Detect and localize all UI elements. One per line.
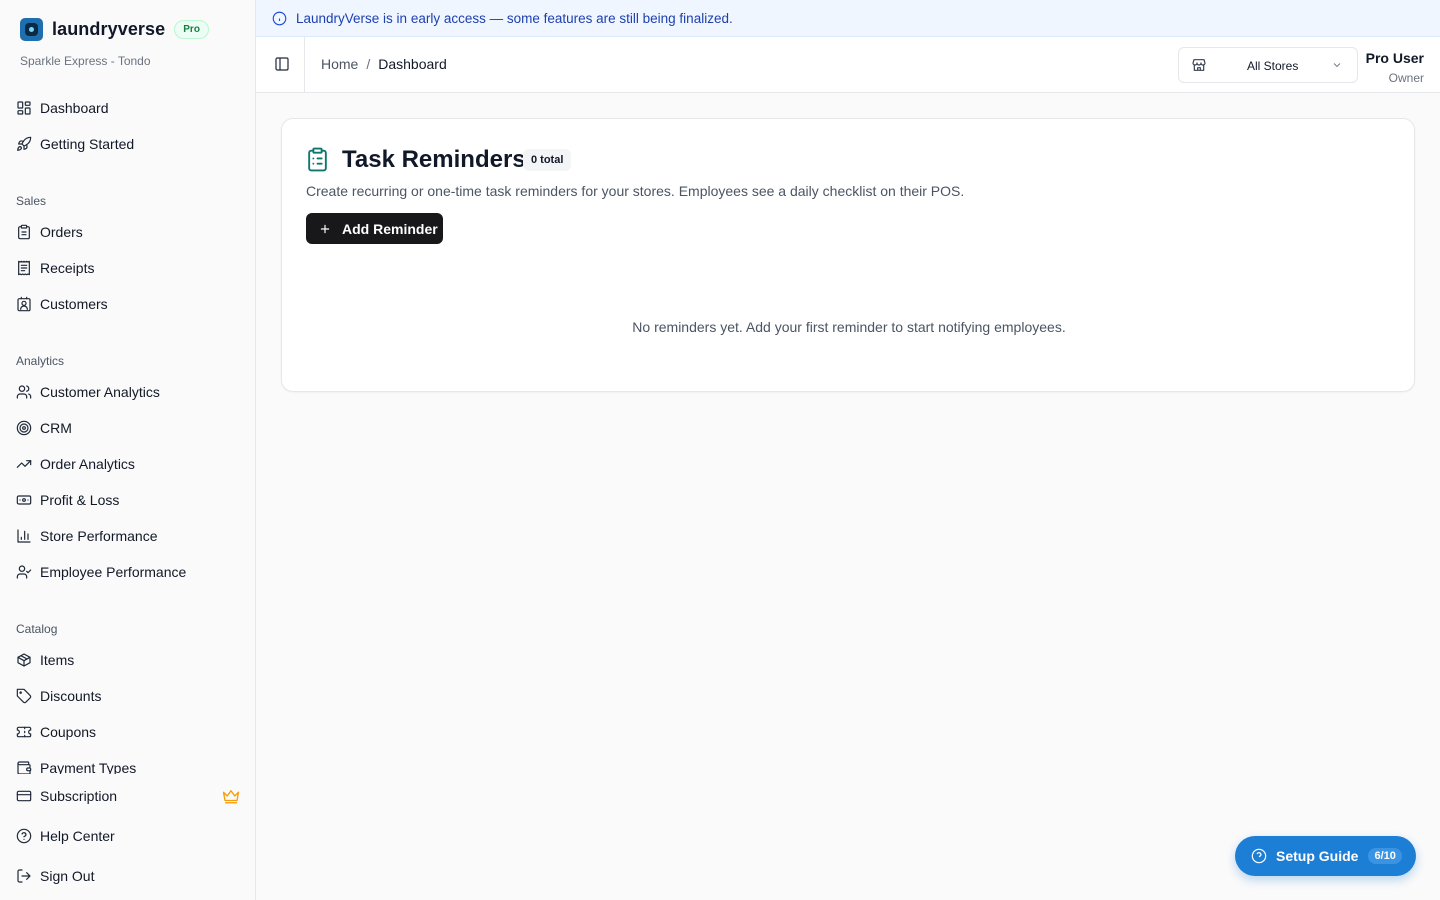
tag-icon	[16, 688, 32, 704]
breadcrumb-current: Dashboard	[378, 56, 447, 72]
sidebar-item-label: Receipts	[40, 260, 95, 276]
sidebar-item-payment-types[interactable]: Payment Types	[16, 756, 246, 774]
sidebar-item-label: Order Analytics	[40, 456, 135, 472]
breadcrumb: Home / Dashboard	[321, 56, 447, 72]
store-select-dropdown[interactable]: All Stores	[1178, 47, 1358, 83]
user-role: Owner	[1388, 71, 1424, 85]
sidebar-item-order-analytics[interactable]: Order Analytics	[16, 452, 246, 476]
sidebar: laundryverse Pro Sparkle Express - Tondo…	[0, 0, 256, 900]
credit-card-icon	[16, 790, 32, 802]
header-divider	[304, 37, 305, 93]
sidebar-item-subscription[interactable]: Subscription	[16, 784, 246, 808]
sidebar-item-label: Sign Out	[40, 868, 95, 884]
setup-guide-label: Setup Guide	[1276, 848, 1359, 864]
sidebar-item-label: Payment Types	[40, 760, 137, 774]
sidebar-section-catalog: Catalog	[16, 622, 58, 636]
sidebar-section-analytics: Analytics	[16, 354, 65, 368]
empty-state-message: No reminders yet. Add your first reminde…	[632, 319, 1066, 335]
sidebar-item-label: Items	[40, 652, 75, 668]
sidebar-item-profit-loss[interactable]: Profit & Loss	[16, 488, 246, 512]
sidebar-item-label: Discounts	[40, 688, 102, 704]
sidebar-section-sales: Sales	[16, 194, 47, 208]
help-circle-icon	[1251, 848, 1267, 864]
chevron-down-icon	[1331, 59, 1343, 74]
users-icon	[16, 385, 32, 399]
store-icon	[1191, 57, 1207, 76]
sidebar-item-label: Store Performance	[40, 528, 158, 544]
task-reminders-card: Task Reminders 0 total Create recurring …	[281, 118, 1415, 392]
sidebar-item-label: Customer Analytics	[40, 384, 160, 400]
clipboard-icon	[18, 224, 30, 240]
sidebar-item-label: CRM	[40, 420, 72, 436]
add-reminder-label: Add Reminder	[342, 220, 438, 237]
store-select-value: All Stores	[1247, 59, 1299, 73]
sidebar-item-customers[interactable]: Customers	[16, 292, 246, 316]
sidebar-item-label: Dashboard	[40, 100, 109, 116]
rocket-icon	[17, 136, 32, 151]
brand[interactable]: laundryverse Pro	[20, 18, 209, 41]
bar-chart-icon	[17, 529, 31, 543]
sidebar-item-customer-analytics[interactable]: Customer Analytics	[16, 380, 246, 404]
sidebar-item-getting-started[interactable]: Getting Started	[16, 132, 246, 156]
page-title: Task Reminders	[342, 146, 526, 173]
sidebar-item-label: Employee Performance	[40, 564, 187, 580]
log-out-icon	[17, 869, 31, 883]
sidebar-item-sign-out[interactable]: Sign Out	[16, 864, 246, 888]
package-icon	[17, 653, 31, 667]
top-header: Home / Dashboard All Stores Pro User Own…	[256, 37, 1440, 93]
clipboard-list-icon	[306, 147, 329, 177]
banknote-icon	[16, 495, 32, 505]
banner-text: LaundryVerse is in early access — some f…	[296, 10, 733, 26]
page-description: Create recurring or one-time task remind…	[306, 183, 965, 199]
sidebar-item-store-performance[interactable]: Store Performance	[16, 524, 246, 548]
sidebar-item-discounts[interactable]: Discounts	[16, 684, 246, 708]
sidebar-item-label: Profit & Loss	[40, 492, 120, 508]
add-reminder-button[interactable]: Add Reminder	[306, 213, 443, 244]
target-icon	[16, 420, 32, 436]
sidebar-item-label: Subscription	[40, 788, 118, 804]
sidebar-item-dashboard[interactable]: Dashboard	[16, 96, 246, 120]
plan-badge: Pro	[174, 20, 209, 39]
layout-dashboard-icon	[17, 101, 31, 115]
sidebar-toggle-button[interactable]	[274, 56, 290, 77]
sidebar-item-help-center[interactable]: Help Center	[16, 824, 246, 848]
contact-icon	[17, 296, 31, 312]
sidebar-item-label: Help Center	[40, 828, 115, 844]
help-circle-icon	[16, 828, 32, 844]
panel-left-icon	[275, 57, 289, 71]
setup-guide-button[interactable]: Setup Guide 6/10	[1235, 836, 1416, 876]
brand-name: laundryverse	[52, 19, 166, 39]
reminder-count-badge: 0 total	[523, 149, 572, 171]
sidebar-item-receipts[interactable]: Receipts	[16, 256, 246, 280]
receipt-icon	[18, 260, 30, 276]
breadcrumb-separator: /	[366, 56, 371, 72]
sidebar-item-orders[interactable]: Orders	[16, 220, 246, 244]
sidebar-item-label: Orders	[40, 224, 83, 240]
crown-icon	[222, 788, 240, 809]
current-store-name: Sparkle Express - Tondo	[20, 54, 151, 68]
early-access-banner: LaundryVerse is in early access — some f…	[256, 0, 1440, 37]
laundryverse-logo-icon	[20, 18, 43, 41]
plus-icon	[320, 224, 330, 233]
breadcrumb-home-link[interactable]: Home	[321, 56, 358, 72]
sidebar-item-employee-performance[interactable]: Employee Performance	[16, 560, 246, 584]
trending-up-icon	[16, 460, 32, 468]
wallet-icon	[17, 761, 32, 774]
sidebar-item-items[interactable]: Items	[16, 648, 246, 672]
ticket-icon	[16, 726, 32, 738]
sidebar-item-label: Coupons	[40, 724, 97, 740]
sidebar-item-label: Customers	[40, 296, 108, 312]
sidebar-item-crm[interactable]: CRM	[16, 416, 246, 440]
user-name[interactable]: Pro User	[1366, 50, 1424, 66]
sidebar-item-label: Getting Started	[40, 136, 135, 152]
sidebar-item-coupons[interactable]: Coupons	[16, 720, 246, 744]
setup-guide-progress-badge: 6/10	[1368, 848, 1402, 864]
user-check-icon	[16, 565, 32, 579]
info-icon	[272, 11, 287, 25]
